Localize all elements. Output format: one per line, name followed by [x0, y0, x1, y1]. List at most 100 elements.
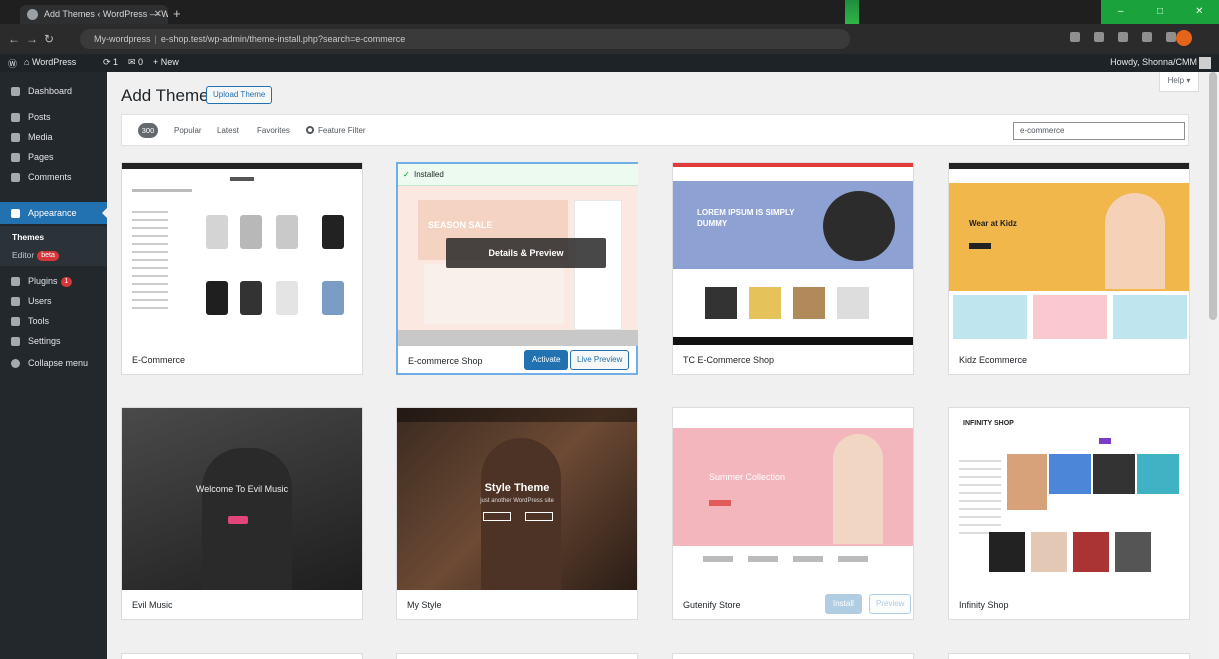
- zoom-icon[interactable]: [1094, 32, 1104, 42]
- star-icon[interactable]: [1118, 32, 1128, 42]
- address-bar-row: ← → ↻ My-wordpress | e-shop.test/wp-admin/…: [0, 24, 1219, 54]
- scrollbar-thumb[interactable]: [1209, 72, 1217, 320]
- tab-close-icon[interactable]: ✕: [154, 5, 162, 24]
- forward-icon[interactable]: →: [26, 32, 38, 46]
- beta-badge: beta: [37, 250, 59, 261]
- theme-card-evil-music[interactable]: Welcome To Evil Music Evil Music: [121, 407, 363, 620]
- details-preview-button[interactable]: Details & Preview: [446, 238, 606, 268]
- theme-screenshot: LOREM IPSUM IS SIMPLY DUMMY: [673, 163, 913, 345]
- live-preview-button[interactable]: Live Preview: [570, 350, 630, 370]
- theme-name: E-Commerce: [132, 355, 186, 365]
- theme-screenshot: Installed SEASON SALE Details & Preview: [398, 164, 638, 346]
- tab-title: Add Themes ‹ WordPress — W: [44, 9, 168, 19]
- site-name-link[interactable]: ⌂ WordPress: [24, 57, 76, 67]
- comments-link[interactable]: ✉ 0: [128, 57, 143, 68]
- new-tab-icon[interactable]: +: [173, 6, 181, 21]
- plugins-update-badge: 1: [60, 276, 73, 287]
- window-close-icon[interactable]: ✕: [1180, 0, 1219, 24]
- user-avatar[interactable]: [1199, 57, 1211, 69]
- wp-logo-icon[interactable]: Ⓦ: [8, 57, 17, 70]
- media-icon: [11, 133, 20, 142]
- theme-name: TC E-Commerce Shop: [683, 355, 775, 365]
- pin-icon: [11, 113, 20, 122]
- preview-sale-text: SEASON SALE: [428, 220, 493, 230]
- upload-theme-button[interactable]: Upload Theme: [206, 86, 273, 104]
- url-site: My-wordpress: [94, 34, 151, 44]
- browser-tab[interactable]: Add Themes ‹ WordPress — W ✕: [20, 5, 168, 24]
- theme-name: Infinity Shop: [959, 600, 1009, 610]
- extension-icon[interactable]: [1142, 32, 1152, 42]
- filter-latest[interactable]: Latest: [217, 126, 239, 135]
- theme-card-e-commerce-shop[interactable]: Installed SEASON SALE Details & Preview …: [396, 162, 638, 375]
- sidebar-collapse-menu[interactable]: Collapse menu: [0, 352, 107, 374]
- gear-icon: [306, 126, 314, 134]
- url-field[interactable]: My-wordpress | e-shop.test/wp-admin/theme-…: [80, 29, 850, 49]
- new-content-link[interactable]: + New: [153, 57, 179, 67]
- collapse-icon: [11, 359, 20, 368]
- favicon-icon: [27, 9, 38, 20]
- theme-name: E-commerce Shop: [408, 356, 483, 366]
- preview-hero-text: LOREM IPSUM IS SIMPLY DUMMY: [697, 208, 795, 228]
- theme-count-badge: 300: [138, 123, 158, 138]
- theme-filter-bar: 300 Popular Latest Favorites Feature Fil…: [121, 114, 1189, 146]
- sidebar-item-appearance[interactable]: Appearance: [0, 202, 107, 224]
- theme-card-tc-e-commerce-shop[interactable]: LOREM IPSUM IS SIMPLY DUMMY TC E-Commerc…: [672, 162, 914, 375]
- page-scrollbar[interactable]: [1207, 72, 1219, 659]
- profile-avatar[interactable]: [1176, 30, 1192, 46]
- submenu-themes[interactable]: Themes: [12, 232, 44, 242]
- url-separator: |: [154, 34, 157, 44]
- theme-name: Evil Music: [132, 600, 173, 610]
- url-path: e-shop.test/wp-admin/theme-install.php?s…: [160, 34, 406, 44]
- plugin-icon: [11, 277, 20, 286]
- sidebar-item-posts[interactable]: Posts: [0, 106, 107, 128]
- appearance-submenu: Themes Editor beta: [0, 226, 107, 266]
- page-title: Add Themes: [121, 86, 218, 105]
- window-controls: – □ ✕: [1101, 0, 1219, 24]
- theme-card-partial: [948, 653, 1190, 659]
- theme-screenshot: Summer Collection: [673, 408, 913, 590]
- sidebar-item-media[interactable]: Media: [0, 126, 107, 148]
- theme-card-gutenify-store[interactable]: Summer Collection Gutenify Store Install…: [672, 407, 914, 620]
- maximize-icon[interactable]: □: [1140, 0, 1179, 24]
- theme-card-partial: [121, 653, 363, 659]
- theme-card-e-commerce[interactable]: E-Commerce: [121, 162, 363, 375]
- main-content: Help ▾ Add Themes Upload Theme 300 Popul…: [107, 72, 1219, 659]
- theme-card-my-style[interactable]: Style Theme just another WordPress site …: [396, 407, 638, 620]
- settings-icon: [11, 337, 20, 346]
- submenu-editor[interactable]: Editor beta: [12, 250, 59, 261]
- theme-card-infinity-shop[interactable]: INFINITY SHOP Infinity Shop: [948, 407, 1190, 620]
- updates-link[interactable]: ⟳ 1: [103, 57, 118, 68]
- theme-name: My Style: [407, 600, 442, 610]
- howdy-user-link[interactable]: Howdy, Shonna/CMM: [1110, 57, 1197, 67]
- preview-hero-subtext: just another WordPress site: [480, 498, 554, 504]
- theme-card-kidz-ecommerce[interactable]: Wear at Kidz Kidz Ecommerce: [948, 162, 1190, 375]
- preview-hero-text: Welcome To Evil Music: [195, 484, 289, 494]
- sidebar-item-tools[interactable]: Tools: [0, 310, 107, 332]
- preview-button[interactable]: Preview: [869, 594, 912, 614]
- browser-toolbar-icons: [1070, 32, 1176, 42]
- installed-notice: Installed: [398, 164, 638, 186]
- sidebar-item-dashboard[interactable]: Dashboard: [0, 80, 107, 102]
- minimize-icon[interactable]: –: [1101, 0, 1140, 24]
- preview-hero-text: Style Theme: [484, 482, 550, 494]
- admin-sidebar: Dashboard Posts Media Pages Comments App…: [0, 72, 107, 659]
- wp-admin-bar: Ⓦ ⌂ WordPress ⟳ 1 ✉ 0 + New Howdy, Shonn…: [0, 54, 1219, 72]
- feature-filter-button[interactable]: Feature Filter: [306, 126, 366, 135]
- sidebar-item-plugins[interactable]: Plugins 1: [0, 270, 107, 292]
- sidebar-item-users[interactable]: Users: [0, 290, 107, 312]
- theme-name: Kidz Ecommerce: [959, 355, 1028, 365]
- sidebar-item-comments[interactable]: Comments: [0, 166, 107, 188]
- activate-button[interactable]: Activate: [524, 350, 569, 370]
- sidebar-item-settings[interactable]: Settings: [0, 330, 107, 352]
- theme-search-input[interactable]: e-commerce: [1013, 122, 1185, 140]
- help-tab-button[interactable]: Help ▾: [1159, 72, 1199, 92]
- page-icon: [11, 153, 20, 162]
- sidebar-item-pages[interactable]: Pages: [0, 146, 107, 168]
- sidebar-icon[interactable]: [1166, 32, 1176, 42]
- filter-favorites[interactable]: Favorites: [257, 126, 290, 135]
- reload-icon[interactable]: ↻: [44, 32, 54, 46]
- key-icon[interactable]: [1070, 32, 1080, 42]
- install-button[interactable]: Install: [825, 594, 862, 614]
- filter-popular[interactable]: Popular: [174, 126, 202, 135]
- back-icon[interactable]: ←: [8, 32, 20, 46]
